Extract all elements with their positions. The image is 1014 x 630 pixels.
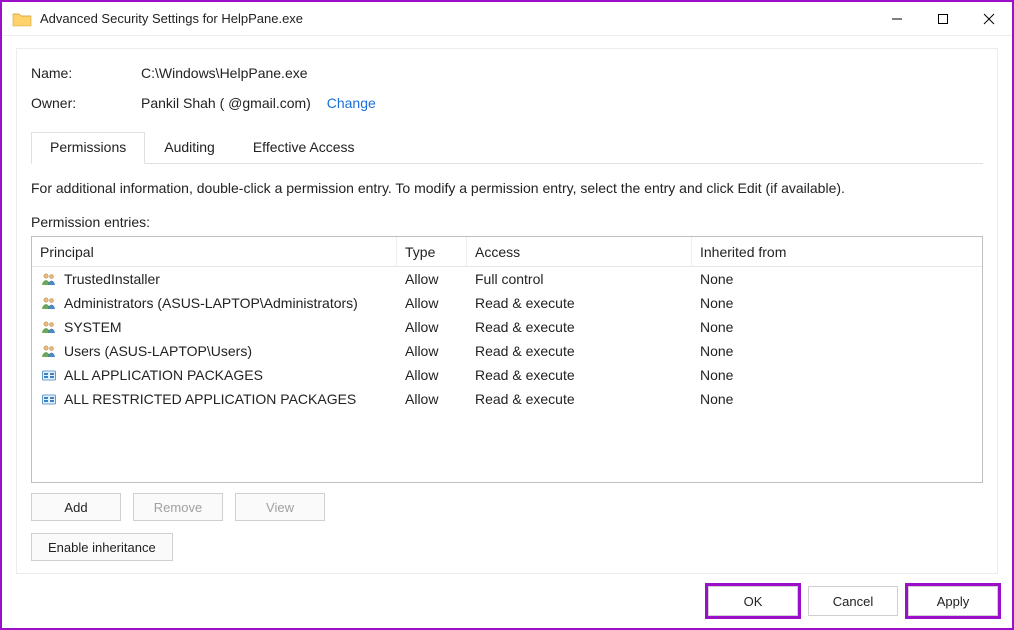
table-row[interactable]: Users (ASUS-LAPTOP\Users) AllowRead & exe… <box>32 339 982 363</box>
type-cell: Allow <box>397 343 467 359</box>
col-header-inherited[interactable]: Inherited from <box>692 237 982 266</box>
users-icon <box>40 318 58 336</box>
name-label: Name: <box>31 65 141 81</box>
entry-buttons: Add Remove View <box>31 493 983 521</box>
cancel-button[interactable]: Cancel <box>808 586 898 616</box>
type-cell: Allow <box>397 319 467 335</box>
access-cell: Read & execute <box>467 343 692 359</box>
package-icon <box>40 366 58 384</box>
principal-cell: ALL RESTRICTED APPLICATION PACKAGES <box>64 391 356 407</box>
table-header: Principal Type Access Inherited from <box>32 237 982 267</box>
type-cell: Allow <box>397 367 467 383</box>
tab-effective-access[interactable]: Effective Access <box>234 132 374 163</box>
col-header-access[interactable]: Access <box>467 237 692 266</box>
access-cell: Read & execute <box>467 391 692 407</box>
body: Name: C:\Windows\HelpPane.exe Owner: Pan… <box>2 36 1012 574</box>
remove-button[interactable]: Remove <box>133 493 223 521</box>
name-row: Name: C:\Windows\HelpPane.exe <box>31 65 983 81</box>
tab-auditing[interactable]: Auditing <box>145 132 234 163</box>
users-icon <box>40 342 58 360</box>
owner-row: Owner: Pankil Shah ( @gmail.com) Change <box>31 95 983 111</box>
users-icon <box>40 294 58 312</box>
table-row[interactable]: ALL RESTRICTED APPLICATION PACKAGES Allow… <box>32 387 982 411</box>
access-cell: Read & execute <box>467 319 692 335</box>
principal-cell: TrustedInstaller <box>64 271 160 287</box>
inherited-cell: None <box>692 367 982 383</box>
name-value: C:\Windows\HelpPane.exe <box>141 65 983 81</box>
minimize-button[interactable] <box>874 2 920 36</box>
folder-icon <box>12 11 32 27</box>
access-cell: Full control <box>467 271 692 287</box>
package-icon <box>40 390 58 408</box>
enable-inheritance-button[interactable]: Enable inheritance <box>31 533 173 561</box>
type-cell: Allow <box>397 271 467 287</box>
principal-cell: ALL APPLICATION PACKAGES <box>64 367 263 383</box>
change-owner-link[interactable]: Change <box>327 95 376 111</box>
principal-cell: Users (ASUS-LAPTOP\Users) <box>64 343 252 359</box>
table-row[interactable]: TrustedInstaller AllowFull controlNone <box>32 267 982 291</box>
ok-button[interactable]: OK <box>708 586 798 616</box>
add-button[interactable]: Add <box>31 493 121 521</box>
inherited-cell: None <box>692 319 982 335</box>
users-icon <box>40 270 58 288</box>
maximize-button[interactable] <box>920 2 966 36</box>
col-header-type[interactable]: Type <box>397 237 467 266</box>
permission-entries-label: Permission entries: <box>31 214 983 230</box>
col-header-principal[interactable]: Principal <box>32 237 397 266</box>
titlebar: Advanced Security Settings for HelpPane.… <box>2 2 1012 36</box>
apply-button[interactable]: Apply <box>908 586 998 616</box>
inherited-cell: None <box>692 343 982 359</box>
footer: OK Cancel Apply <box>2 574 1012 628</box>
table-row[interactable]: ALL APPLICATION PACKAGES AllowRead & exec… <box>32 363 982 387</box>
principal-cell: SYSTEM <box>64 319 122 335</box>
owner-label: Owner: <box>31 95 141 111</box>
window: Advanced Security Settings for HelpPane.… <box>0 0 1014 630</box>
principal-cell: Administrators (ASUS-LAPTOP\Administrato… <box>64 295 358 311</box>
owner-value: Pankil Shah ( @gmail.com) Change <box>141 95 983 111</box>
table-row[interactable]: Administrators (ASUS-LAPTOP\Administrato… <box>32 291 982 315</box>
tabs: Permissions Auditing Effective Access <box>31 131 983 164</box>
view-button[interactable]: View <box>235 493 325 521</box>
table-row[interactable]: SYSTEM AllowRead & executeNone <box>32 315 982 339</box>
info-text: For additional information, double-click… <box>31 180 983 196</box>
permission-table: Principal Type Access Inherited from Tru… <box>31 236 983 483</box>
inheritance-row: Enable inheritance <box>31 533 983 561</box>
type-cell: Allow <box>397 295 467 311</box>
type-cell: Allow <box>397 391 467 407</box>
inherited-cell: None <box>692 391 982 407</box>
access-cell: Read & execute <box>467 367 692 383</box>
access-cell: Read & execute <box>467 295 692 311</box>
window-title: Advanced Security Settings for HelpPane.… <box>40 11 874 26</box>
table-body: TrustedInstallerAllowFull controlNoneAdm… <box>32 267 982 411</box>
close-button[interactable] <box>966 2 1012 36</box>
inherited-cell: None <box>692 295 982 311</box>
tab-permissions[interactable]: Permissions <box>31 132 145 164</box>
inherited-cell: None <box>692 271 982 287</box>
group-panel: Name: C:\Windows\HelpPane.exe Owner: Pan… <box>16 48 998 574</box>
owner-value-text: Pankil Shah ( @gmail.com) <box>141 95 311 111</box>
